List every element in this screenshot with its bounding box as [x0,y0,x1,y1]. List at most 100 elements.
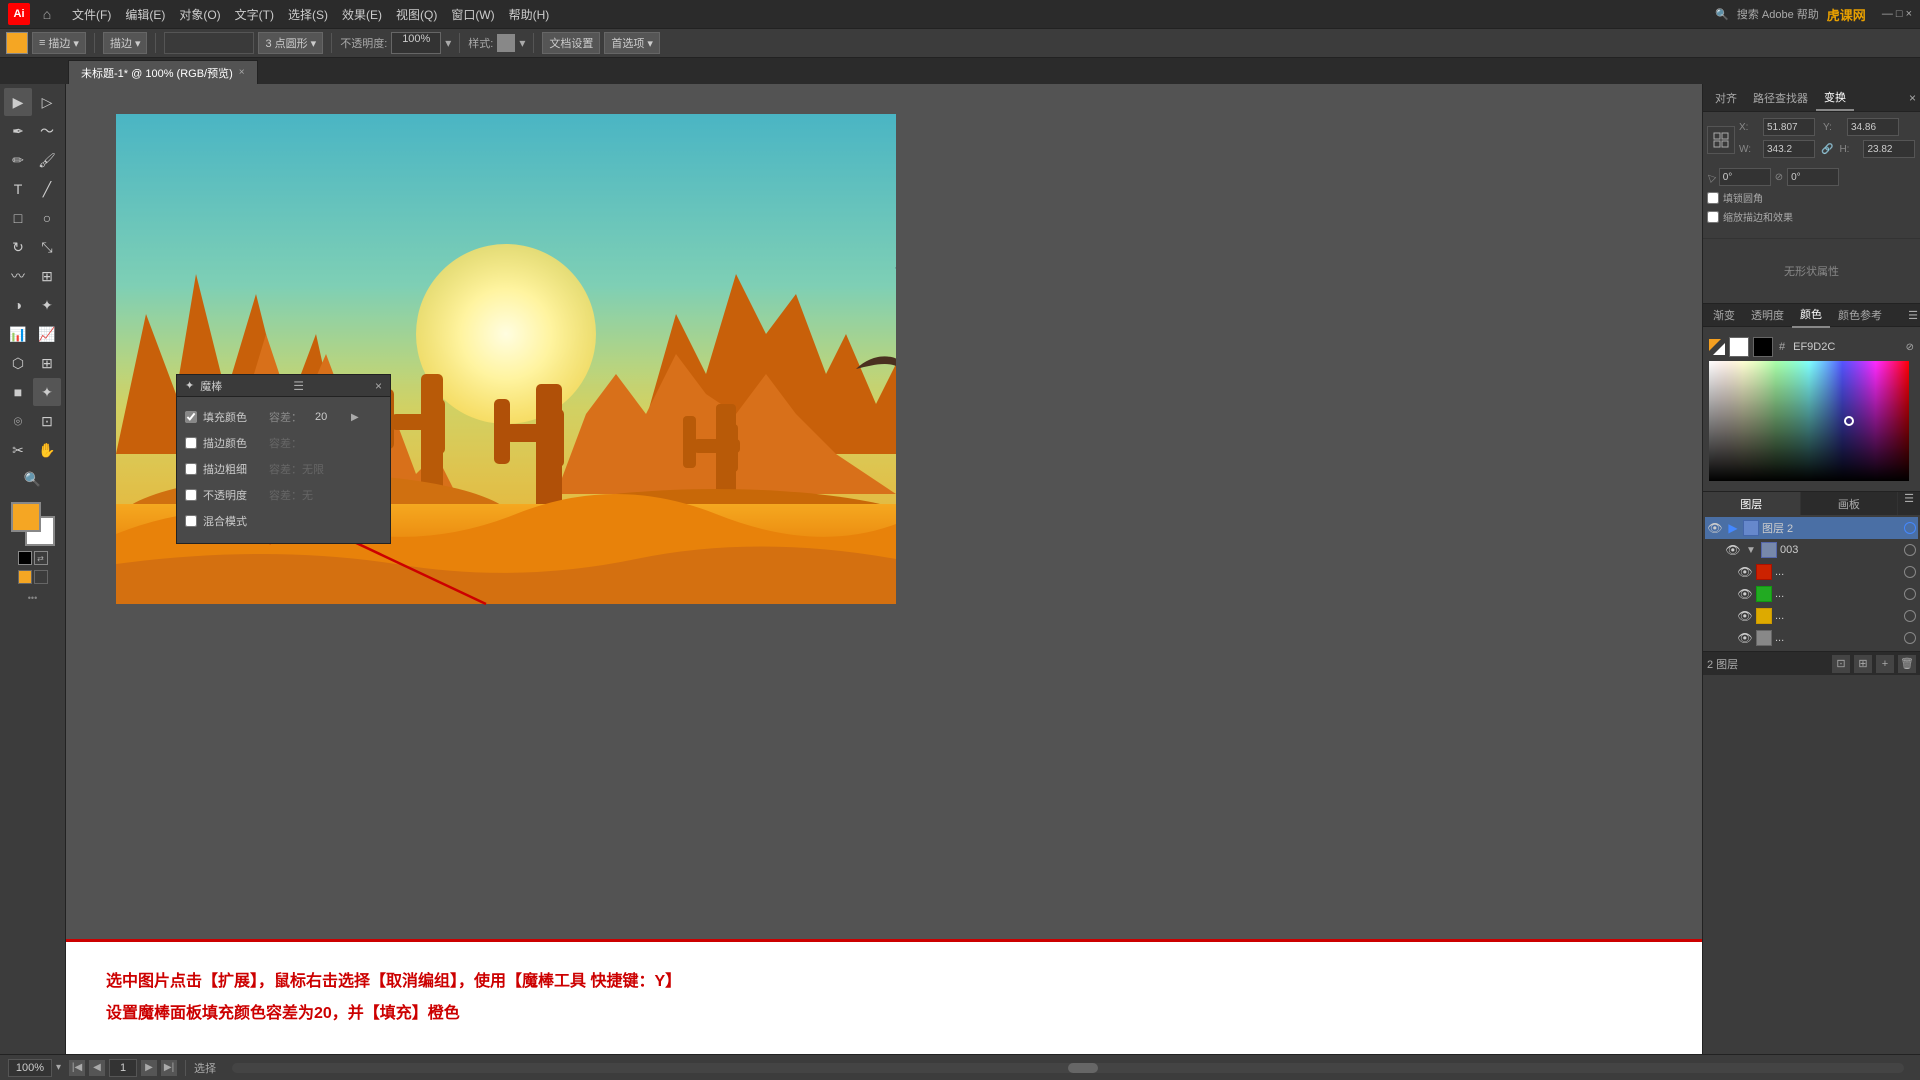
artboard-tab[interactable]: 画板 [1801,492,1899,515]
layer2-circle[interactable] [1904,522,1916,534]
toolbar-color-swatch[interactable] [6,32,28,54]
scale-stroke-checkbox[interactable] [1707,211,1719,223]
bar-chart-tool[interactable]: 📈 [33,320,61,348]
symbol-tool[interactable]: ✦ [33,291,61,319]
layers-tab[interactable]: 图层 [1703,492,1801,515]
w-input[interactable] [1763,140,1815,158]
black-swatch[interactable] [1753,337,1773,357]
free-transform-tool[interactable]: ⊞ [33,262,61,290]
tab-close-button[interactable]: × [239,67,245,78]
first-page-button[interactable]: |◀ [69,1060,85,1076]
menu-window[interactable]: 窗口(W) [445,4,500,25]
gradient-tool[interactable]: ■ [4,378,32,406]
foreground-color-swatch[interactable] [11,502,41,532]
layer2-eye-icon[interactable]: 👁 [1707,520,1723,536]
transparency-tab[interactable]: 透明度 [1743,303,1792,327]
opacity-input[interactable]: 100% [391,32,441,54]
stroke-weight-checkbox[interactable] [185,463,197,475]
interpolation-button[interactable]: 描边 ▾ [103,32,148,54]
green-layer-eye-icon[interactable]: 👁 [1737,586,1753,602]
menu-object[interactable]: 对象(O) [173,4,226,25]
color-tab[interactable]: 颜色 [1792,302,1830,328]
hand-tool[interactable]: ✋ [33,436,61,464]
pen-tool[interactable]: ✒ [4,117,32,145]
link-icon[interactable]: 🔗 [1821,144,1833,155]
stroke-color-checkbox[interactable] [185,437,197,449]
menu-text[interactable]: 文字(T) [229,4,280,25]
style-arrow[interactable]: ▾ [519,36,525,50]
white-swatch[interactable] [1729,337,1749,357]
menu-view[interactable]: 视图(Q) [390,4,443,25]
menu-file[interactable]: 文件(F) [66,4,117,25]
brush-tool[interactable]: 🖌 [33,146,61,174]
default-colors-icon[interactable] [18,551,32,565]
style-color-swatch[interactable] [497,34,515,52]
ellipse-tool[interactable]: ○ [33,204,61,232]
direct-select-tool[interactable]: ▷ [33,88,61,116]
magic-wand-close-button[interactable]: × [375,379,382,393]
page-input[interactable] [109,1059,137,1077]
angle-input[interactable] [1719,168,1771,186]
zoom-tool[interactable]: 🔍 [19,465,47,493]
layer-row-gray[interactable]: 👁 ... [1705,627,1918,649]
layers-delete[interactable]: 🗑 [1898,655,1916,673]
lasso-tool[interactable]: ⌾ [4,407,32,435]
gray-layer-circle[interactable] [1904,632,1916,644]
point-type-button[interactable]: 3 点圆形 ▾ [258,32,323,54]
prev-page-button[interactable]: ◀ [89,1060,105,1076]
align-tab[interactable]: 对齐 [1707,86,1745,110]
rotate-tool[interactable]: ↻ [4,233,32,261]
layer-row-red[interactable]: 👁 ... [1705,561,1918,583]
color-guide-tab[interactable]: 颜色参考 [1830,303,1890,327]
window-controls[interactable]: — □ × [1882,8,1912,20]
lock-corners-checkbox[interactable] [1707,192,1719,204]
line-tool[interactable]: ╱ [33,175,61,203]
pencil-tool[interactable]: ✏ [4,146,32,174]
pathfinder-tab[interactable]: 路径查找器 [1745,86,1816,110]
home-icon[interactable]: ⌂ [36,3,58,25]
yellow-layer-circle[interactable] [1904,610,1916,622]
layer-row-green[interactable]: 👁 ... [1705,583,1918,605]
menu-effect[interactable]: 效果(E) [336,4,388,25]
slice-tool[interactable]: ✂ [4,436,32,464]
magic-wand-tool[interactable]: ✦ [33,378,61,406]
gray-layer-eye-icon[interactable]: 👁 [1737,630,1753,646]
select-tool[interactable]: ▶ [4,88,32,116]
zoom-arrow[interactable]: ▾ [56,1062,61,1073]
doc-settings-button[interactable]: 文档设置 [542,32,600,54]
layer2-expand-icon[interactable]: ▶ [1726,521,1740,535]
green-layer-circle[interactable] [1904,588,1916,600]
text-tool[interactable]: T [4,175,32,203]
fill-color-checkbox[interactable] [185,411,197,423]
opacity-checkbox[interactable] [185,489,197,501]
next-page-button[interactable]: ▶ [141,1060,157,1076]
curvature-tool[interactable]: 〜 [33,117,61,145]
zoom-input[interactable] [8,1059,52,1077]
yellow-layer-eye-icon[interactable]: 👁 [1737,608,1753,624]
transform-tab[interactable]: 变换 [1816,85,1854,111]
warp-tool[interactable]: 〰 [4,262,32,290]
color-none-icon[interactable]: ⊘ [1906,342,1914,353]
red-layer-circle[interactable] [1904,566,1916,578]
gradient-tab[interactable]: 渐变 [1705,303,1743,327]
layers-make-clipping[interactable]: ⊡ [1832,655,1850,673]
menu-edit[interactable]: 编辑(E) [119,4,171,25]
color-indicator1[interactable] [18,570,32,584]
menu-select[interactable]: 选择(S) [282,4,334,25]
scale-tool[interactable]: ⤡ [33,233,61,261]
layers-new-sublayer[interactable]: ⊞ [1854,655,1872,673]
layer-row-003[interactable]: 👁 ▼ 003 [1705,539,1918,561]
scrollbar-thumb[interactable] [1068,1063,1098,1073]
color-spectrum[interactable] [1709,361,1909,481]
magic-wand-panel-header[interactable]: ✦ 魔棒 ☰ × [177,375,390,397]
003-eye-icon[interactable]: 👁 [1725,542,1741,558]
blend-tool[interactable]: ◑ [4,291,32,319]
artboard-tool[interactable]: ⊡ [33,407,61,435]
003-expand-icon[interactable]: ▼ [1744,543,1758,557]
layer-row-yellow[interactable]: 👁 ... [1705,605,1918,627]
y-input[interactable] [1847,118,1899,136]
shear-input[interactable] [1787,168,1839,186]
menu-help[interactable]: 帮助(H) [503,4,556,25]
preferences-button[interactable]: 首选项 ▾ [604,32,660,54]
last-page-button[interactable]: ▶| [161,1060,177,1076]
